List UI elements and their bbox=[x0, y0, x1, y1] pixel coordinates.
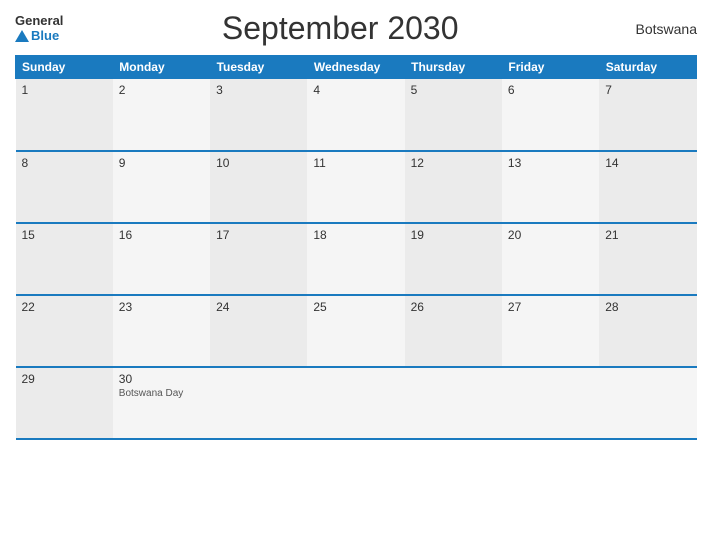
calendar-day-cell: 23 bbox=[113, 295, 210, 367]
calendar-day-cell: 30 Botswana Day bbox=[113, 367, 210, 439]
header-tuesday: Tuesday bbox=[210, 56, 307, 79]
day-number: 2 bbox=[119, 83, 204, 97]
calendar-day-cell: 2 bbox=[113, 79, 210, 151]
calendar-day-cell: 14 bbox=[599, 151, 696, 223]
calendar-day-cell: 22 bbox=[16, 295, 113, 367]
calendar-week-row: 29 30 Botswana Day bbox=[16, 367, 697, 439]
day-number: 24 bbox=[216, 300, 301, 314]
calendar-container: General Blue September 2030 Botswana Sun… bbox=[0, 0, 712, 550]
day-number: 5 bbox=[411, 83, 496, 97]
calendar-day-cell: 5 bbox=[405, 79, 502, 151]
calendar-week-row: 1234567 bbox=[16, 79, 697, 151]
calendar-day-cell: 15 bbox=[16, 223, 113, 295]
day-number: 29 bbox=[22, 372, 107, 386]
calendar-day-cell: 13 bbox=[502, 151, 599, 223]
calendar-day-cell: 7 bbox=[599, 79, 696, 151]
calendar-day-cell bbox=[502, 367, 599, 439]
calendar-day-cell: 17 bbox=[210, 223, 307, 295]
day-number: 11 bbox=[313, 156, 398, 170]
day-number: 28 bbox=[605, 300, 690, 314]
day-number: 25 bbox=[313, 300, 398, 314]
logo-general-text: General bbox=[15, 14, 63, 28]
calendar-week-row: 15 16 17 18 19 20 21 bbox=[16, 223, 697, 295]
calendar-day-cell: 8 bbox=[16, 151, 113, 223]
day-number: 27 bbox=[508, 300, 593, 314]
calendar-day-cell: 3 bbox=[210, 79, 307, 151]
header-friday: Friday bbox=[502, 56, 599, 79]
calendar-day-cell: 27 bbox=[502, 295, 599, 367]
header-saturday: Saturday bbox=[599, 56, 696, 79]
day-number: 4 bbox=[313, 83, 398, 97]
day-number: 13 bbox=[508, 156, 593, 170]
calendar-week-row: 89 10 11 12 13 14 bbox=[16, 151, 697, 223]
calendar-day-cell: 20 bbox=[502, 223, 599, 295]
calendar-day-cell: 11 bbox=[307, 151, 404, 223]
day-number: 14 bbox=[605, 156, 690, 170]
holiday-label: Botswana Day bbox=[119, 388, 204, 399]
day-number: 26 bbox=[411, 300, 496, 314]
calendar-title: September 2030 bbox=[63, 10, 617, 47]
calendar-day-cell: 28 bbox=[599, 295, 696, 367]
calendar-day-cell: 18 bbox=[307, 223, 404, 295]
day-number: 9 bbox=[119, 156, 204, 170]
header-sunday: Sunday bbox=[16, 56, 113, 79]
calendar-day-cell: 6 bbox=[502, 79, 599, 151]
day-number: 16 bbox=[119, 228, 204, 242]
calendar-day-cell: 1 bbox=[16, 79, 113, 151]
day-number: 19 bbox=[411, 228, 496, 242]
day-number: 3 bbox=[216, 83, 301, 97]
calendar-day-cell: 4 bbox=[307, 79, 404, 151]
day-number: 6 bbox=[508, 83, 593, 97]
calendar-day-cell: 16 bbox=[113, 223, 210, 295]
calendar-day-cell: 19 bbox=[405, 223, 502, 295]
calendar-day-cell: 26 bbox=[405, 295, 502, 367]
header-wednesday: Wednesday bbox=[307, 56, 404, 79]
day-number: 12 bbox=[411, 156, 496, 170]
calendar-week-row: 22 23 24 25 26 27 28 bbox=[16, 295, 697, 367]
calendar-day-cell: 21 bbox=[599, 223, 696, 295]
day-number: 17 bbox=[216, 228, 301, 242]
calendar-day-cell: 24 bbox=[210, 295, 307, 367]
logo: General Blue bbox=[15, 14, 63, 43]
day-number: 20 bbox=[508, 228, 593, 242]
day-number: 10 bbox=[216, 156, 301, 170]
day-number: 8 bbox=[22, 156, 107, 170]
calendar-day-cell bbox=[210, 367, 307, 439]
calendar-day-cell bbox=[307, 367, 404, 439]
calendar-day-cell bbox=[405, 367, 502, 439]
header-monday: Monday bbox=[113, 56, 210, 79]
day-number: 23 bbox=[119, 300, 204, 314]
day-number: 7 bbox=[605, 83, 690, 97]
calendar-day-cell: 10 bbox=[210, 151, 307, 223]
calendar-grid: Sunday Monday Tuesday Wednesday Thursday… bbox=[15, 55, 697, 440]
header-thursday: Thursday bbox=[405, 56, 502, 79]
day-number: 18 bbox=[313, 228, 398, 242]
day-number: 22 bbox=[22, 300, 107, 314]
logo-triangle-icon bbox=[15, 30, 29, 42]
calendar-day-cell: 29 bbox=[16, 367, 113, 439]
day-number: 15 bbox=[22, 228, 107, 242]
calendar-day-cell bbox=[599, 367, 696, 439]
weekday-header-row: Sunday Monday Tuesday Wednesday Thursday… bbox=[16, 56, 697, 79]
country-label: Botswana bbox=[617, 21, 697, 37]
day-number: 1 bbox=[22, 83, 107, 97]
day-number: 21 bbox=[605, 228, 690, 242]
logo-blue-text: Blue bbox=[15, 29, 63, 43]
calendar-day-cell: 12 bbox=[405, 151, 502, 223]
calendar-header: General Blue September 2030 Botswana bbox=[15, 10, 697, 47]
calendar-day-cell: 25 bbox=[307, 295, 404, 367]
calendar-day-cell: 9 bbox=[113, 151, 210, 223]
day-number: 30 bbox=[119, 372, 204, 386]
